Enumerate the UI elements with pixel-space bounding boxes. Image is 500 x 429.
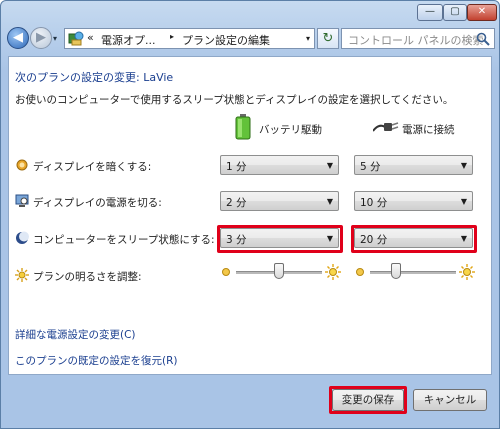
address-bar[interactable]: « 電源オプ... ▸ プラン設定の編集 ▾ (64, 28, 315, 49)
dim-sun-icon (356, 268, 364, 276)
display-off-plugged-select[interactable]: 10 分 ▼ (354, 191, 473, 211)
recent-pages-dropdown[interactable]: ▾ (53, 34, 57, 43)
sleep-icon (16, 231, 29, 244)
navigation-bar: ◀ ▶ ▾ « 電源オプ... ▸ プラン設定の編集 ▾ ↻ コントロール パネ… (1, 25, 499, 55)
close-button[interactable]: ✕ (467, 4, 497, 21)
description: お使いのコンピューターで使用するスリープ状態とディスプレイの設定を選択してくださ… (15, 94, 454, 106)
plan-settings-panel: 次のプランの設定の変更: LaVie お使いのコンピューターで使用するスリープ状… (8, 56, 492, 375)
row-label-sleep: コンピューターをスリープ状態にする: (33, 234, 215, 246)
display-off-battery-select[interactable]: 2 分 ▼ (220, 191, 339, 211)
dim-display-plugged-select[interactable]: 5 分 ▼ (354, 155, 473, 175)
sleep-plugged-select[interactable]: 20 分 ▼ (354, 228, 473, 248)
select-value: 3 分 (226, 234, 247, 246)
footer: 変更の保存 キャンセル (1, 376, 499, 428)
brightness-icon (15, 268, 29, 282)
brightness-battery-slider[interactable] (220, 263, 341, 281)
search-placeholder: コントロール パネルの検索 (348, 34, 484, 47)
forward-button[interactable]: ▶ (30, 27, 52, 49)
row-label-display-off: ディスプレイの電源を切る: (33, 197, 162, 209)
column-header-battery: バッテリ駆動 (259, 124, 322, 136)
advanced-settings-link[interactable]: 詳細な電源設定の変更(C) (15, 327, 136, 342)
minimize-button[interactable]: — (417, 4, 443, 21)
refresh-button[interactable]: ↻ (317, 28, 339, 49)
maximize-button[interactable]: ▢ (443, 4, 467, 21)
page-title: 次のプランの設定の変更: LaVie (15, 71, 174, 84)
breadcrumb-item-edit-plan[interactable]: プラン設定の編集 (182, 32, 270, 48)
sleep-battery-select[interactable]: 3 分 ▼ (220, 228, 339, 248)
plug-icon (373, 122, 399, 132)
slider-track[interactable] (370, 271, 456, 274)
bright-sun-icon (325, 264, 341, 280)
search-input[interactable]: コントロール パネルの検索 (341, 28, 495, 49)
dropdown-arrow-icon: ▼ (326, 197, 333, 206)
display-off-icon (15, 194, 29, 207)
dim-display-icon (16, 159, 28, 171)
search-icon[interactable] (476, 32, 490, 46)
row-label-brightness: プランの明るさを調整: (33, 271, 142, 283)
dropdown-arrow-icon: ▼ (326, 234, 333, 243)
brightness-plugged-slider[interactable] (354, 263, 475, 281)
breadcrumb-separator[interactable]: ▸ (170, 32, 174, 41)
back-button[interactable]: ◀ (7, 27, 29, 49)
select-value: 1 分 (226, 161, 247, 173)
dim-sun-icon (222, 268, 230, 276)
cancel-button[interactable]: キャンセル (413, 389, 487, 411)
title-bar: — ▢ ✕ (1, 1, 499, 25)
dropdown-arrow-icon: ▼ (460, 197, 467, 206)
save-button[interactable]: 変更の保存 (332, 389, 404, 411)
slider-thumb[interactable] (274, 263, 284, 279)
dim-display-battery-select[interactable]: 1 分 ▼ (220, 155, 339, 175)
row-label-dim-display: ディスプレイを暗くする: (33, 161, 152, 173)
dropdown-arrow-icon: ▼ (326, 161, 333, 170)
breadcrumb-item-power-options[interactable]: 電源オプ... (101, 32, 156, 48)
battery-icon (235, 114, 251, 140)
slider-thumb[interactable] (390, 263, 401, 279)
select-value: 10 分 (360, 197, 388, 209)
window: — ▢ ✕ ◀ ▶ ▾ « 電源オプ... ▸ プラン設定の編集 ▾ ↻ コント… (0, 0, 500, 429)
control-panel-icon (68, 31, 84, 46)
select-value: 5 分 (360, 161, 381, 173)
bright-sun-icon (459, 264, 475, 280)
column-header-plugged: 電源に接続 (402, 124, 455, 136)
dropdown-arrow-icon: ▼ (460, 234, 467, 243)
select-value: 20 分 (360, 234, 388, 246)
breadcrumb-overflow[interactable]: « (87, 31, 94, 44)
select-value: 2 分 (226, 197, 247, 209)
address-dropdown-icon[interactable]: ▾ (306, 34, 310, 43)
restore-defaults-link[interactable]: このプランの既定の設定を復元(R) (15, 353, 178, 368)
dropdown-arrow-icon: ▼ (460, 161, 467, 170)
